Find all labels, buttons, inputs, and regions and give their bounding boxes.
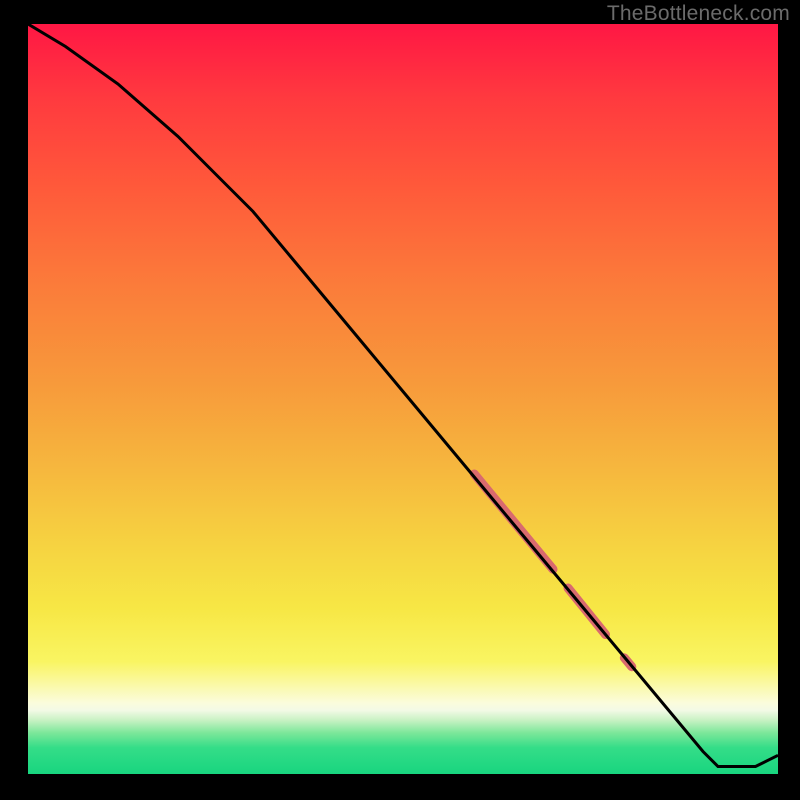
plot-area	[28, 24, 778, 774]
gradient-background	[28, 24, 778, 774]
chart-svg	[28, 24, 778, 774]
chart-frame: TheBottleneck.com	[0, 0, 800, 800]
watermark-text: TheBottleneck.com	[607, 2, 790, 26]
